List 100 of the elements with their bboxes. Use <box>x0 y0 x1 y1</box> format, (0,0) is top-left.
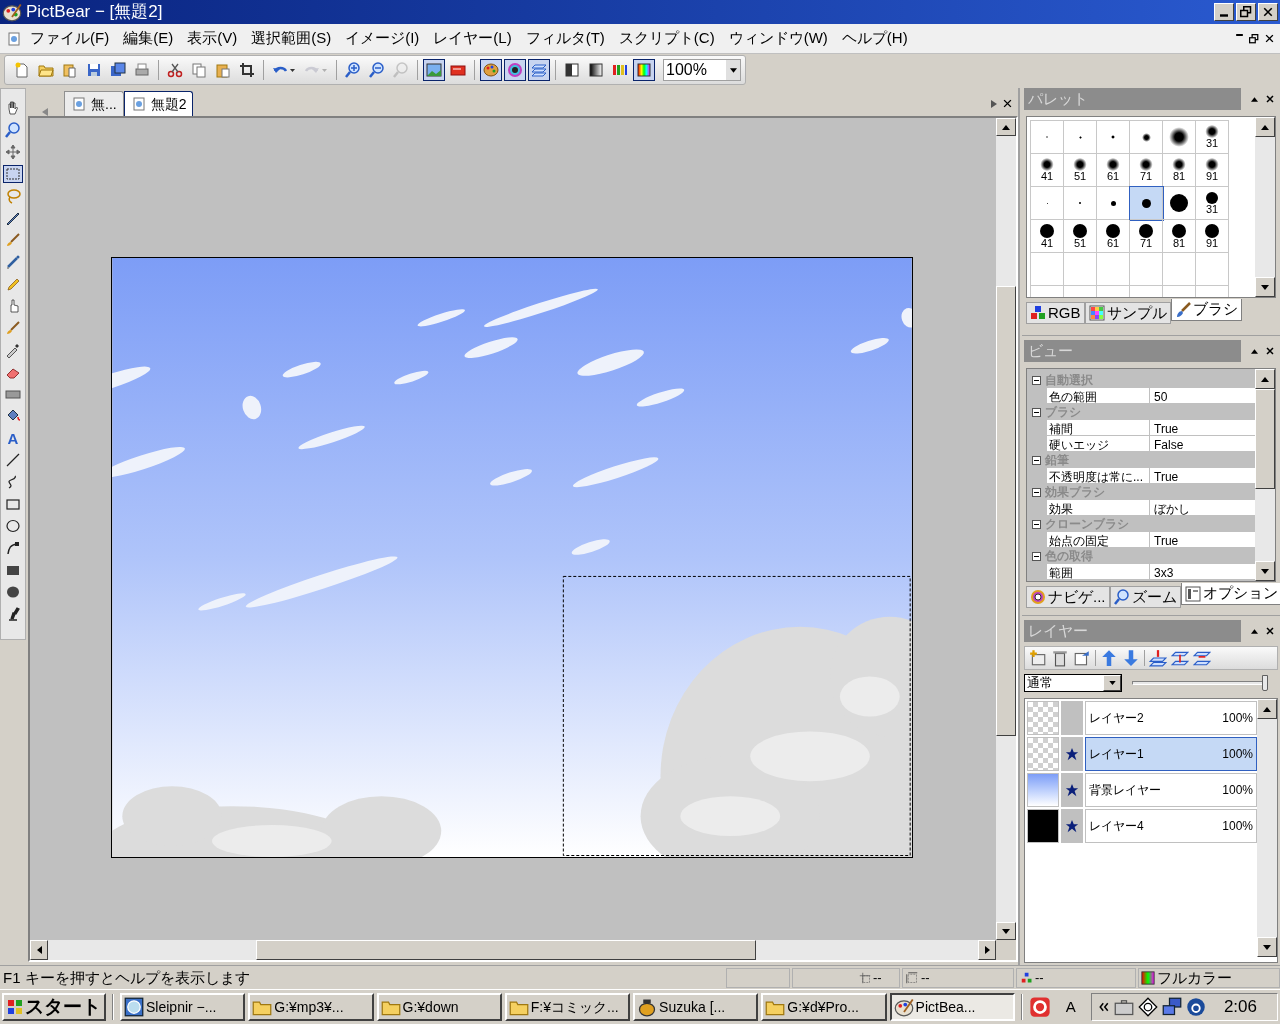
taskbar-button[interactable]: G:¥down <box>376 993 502 1021</box>
layer-row[interactable]: レイヤー2 100% <box>1085 701 1257 735</box>
round-badge-icon[interactable] <box>1185 997 1206 1017</box>
toolbar-button[interactable] <box>423 59 445 81</box>
new-layer-icon[interactable] <box>1029 649 1047 667</box>
collapse-box-icon[interactable] <box>1032 519 1041 529</box>
taskbar-button[interactable]: F:¥コミック... <box>504 993 631 1021</box>
close-button[interactable] <box>1258 3 1278 21</box>
layer-row[interactable]: レイヤー1 100% <box>1085 737 1257 771</box>
chevron-left-icon[interactable] <box>1097 1001 1110 1013</box>
vertical-scrollbar[interactable] <box>1257 699 1277 957</box>
brush-preset[interactable]: 91 <box>1196 220 1229 253</box>
brush-preset[interactable]: 81 <box>1163 154 1196 187</box>
layer-mark-cell[interactable] <box>1061 737 1083 771</box>
layer-row[interactable]: 背景レイヤー 100% <box>1085 773 1257 807</box>
menu-item[interactable]: 編集(E) <box>117 27 180 50</box>
brush-preset[interactable]: 61 <box>1097 154 1130 187</box>
brush-preset[interactable] <box>1130 187 1163 220</box>
toolbar-button[interactable] <box>480 59 502 81</box>
minimize-button[interactable] <box>1214 3 1234 21</box>
scroll-right-icon[interactable] <box>991 99 997 108</box>
toolbar-button[interactable] <box>528 59 550 81</box>
close-icon[interactable] <box>1003 99 1012 108</box>
document-tab[interactable]: 無題2 <box>123 91 194 116</box>
vertical-scrollbar[interactable] <box>996 118 1016 940</box>
brush-preset[interactable]: 51 <box>1064 154 1097 187</box>
menu-item[interactable]: スクリプト(C) <box>612 27 721 50</box>
toolbar-button[interactable] <box>504 59 526 81</box>
merge-layers-icon[interactable] <box>1149 649 1167 667</box>
panel-tab[interactable]: ナビゲ... <box>1026 586 1110 608</box>
menu-item[interactable]: フィルタ(T) <box>519 27 611 50</box>
layer-properties-icon[interactable] <box>1073 649 1091 667</box>
brush-preset[interactable]: 71 <box>1130 220 1163 253</box>
menu-item[interactable]: ウィンドウ(W) <box>722 27 834 50</box>
start-button[interactable]: スタート <box>2 993 106 1021</box>
panel-tab[interactable]: RGB <box>1026 302 1085 324</box>
diamond-icon[interactable] <box>1137 997 1158 1017</box>
close-icon[interactable] <box>1266 347 1274 355</box>
toolbar-button[interactable] <box>633 59 655 81</box>
close-icon[interactable] <box>1265 33 1274 43</box>
menu-item[interactable]: ファイル(F) <box>24 27 116 50</box>
menu-item[interactable]: イメージ(I) <box>339 27 426 50</box>
collapse-box-icon[interactable] <box>1032 407 1041 417</box>
minimize-icon[interactable] <box>1236 33 1243 36</box>
opacity-slider[interactable] <box>1132 674 1268 692</box>
menu-item[interactable]: レイヤー(L) <box>427 27 518 50</box>
network-computers-icon[interactable] <box>1161 997 1182 1017</box>
tool-button[interactable] <box>3 165 23 183</box>
collapse-box-icon[interactable] <box>1032 487 1041 497</box>
merge-down-icon[interactable] <box>1171 649 1189 667</box>
brush-preset[interactable] <box>1163 121 1196 154</box>
taskbar-button[interactable]: G:¥mp3¥... <box>248 993 374 1021</box>
panel-tab[interactable]: サンプル <box>1084 302 1171 324</box>
menu-item[interactable]: ヘルプ(H) <box>835 27 914 50</box>
close-icon[interactable] <box>1266 627 1274 635</box>
layer-mark-cell[interactable] <box>1061 773 1083 807</box>
brush-preset[interactable] <box>1130 121 1163 154</box>
collapse-box-icon[interactable] <box>1032 375 1041 385</box>
layer-row[interactable]: レイヤー4 100% <box>1085 809 1257 843</box>
taskbar-button[interactable]: Suzuka [... <box>633 993 759 1021</box>
collapse-panel-icon[interactable] <box>1251 96 1258 102</box>
menu-item[interactable]: 選択範囲(S) <box>245 27 338 50</box>
document-tab[interactable]: 無... <box>64 91 124 116</box>
taskbar-button[interactable]: Sleipnir −... <box>120 993 246 1021</box>
tool-button[interactable] <box>3 517 23 535</box>
restore-icon[interactable] <box>1249 33 1259 44</box>
swirl-app-icon[interactable] <box>1028 996 1051 1018</box>
collapse-panel-icon[interactable] <box>1251 348 1258 354</box>
vertical-scrollbar[interactable] <box>1255 369 1275 581</box>
brush-preset[interactable] <box>1163 187 1196 220</box>
panel-tab[interactable]: オプション <box>1180 583 1280 605</box>
blend-mode-select[interactable]: 通常 <box>1024 674 1122 692</box>
vertical-scrollbar[interactable] <box>1255 117 1275 297</box>
brush-preset[interactable]: 61 <box>1097 220 1130 253</box>
brush-preset[interactable]: 91 <box>1196 154 1229 187</box>
collapse-box-icon[interactable] <box>1032 455 1041 465</box>
taskbar-button[interactable]: PictBea... <box>889 993 1015 1021</box>
taskbar-button[interactable]: G:¥d¥Pro... <box>761 993 887 1021</box>
horizontal-scrollbar[interactable] <box>30 940 996 960</box>
layer-mark-cell[interactable] <box>1061 701 1083 735</box>
down-arrow-icon[interactable] <box>1122 649 1140 667</box>
brush-preset[interactable]: 31 <box>1196 187 1229 220</box>
flatten-layers-icon[interactable] <box>1193 649 1211 667</box>
ime-indicator[interactable]: A <box>1053 995 1088 1019</box>
brush-preset[interactable]: 41 <box>1031 220 1064 253</box>
brush-preset[interactable]: 31 <box>1196 121 1229 154</box>
panel-tab[interactable]: ブラシ <box>1170 299 1242 321</box>
brush-preset[interactable]: 51 <box>1064 220 1097 253</box>
collapse-panel-icon[interactable] <box>1251 628 1258 634</box>
collapse-box-icon[interactable] <box>1032 551 1041 561</box>
panel-tab[interactable]: ズーム <box>1109 586 1181 608</box>
briefcase-icon[interactable] <box>1113 997 1134 1017</box>
slider-thumb[interactable] <box>1262 675 1268 691</box>
restore-button[interactable] <box>1236 3 1256 21</box>
brush-preset[interactable]: 81 <box>1163 220 1196 253</box>
menu-item[interactable]: 表示(V) <box>181 27 244 50</box>
trash-icon[interactable] <box>1051 649 1069 667</box>
up-arrow-icon[interactable] <box>1100 649 1118 667</box>
brush-preset[interactable]: 41 <box>1031 154 1064 187</box>
layer-mark-cell[interactable] <box>1061 809 1083 843</box>
